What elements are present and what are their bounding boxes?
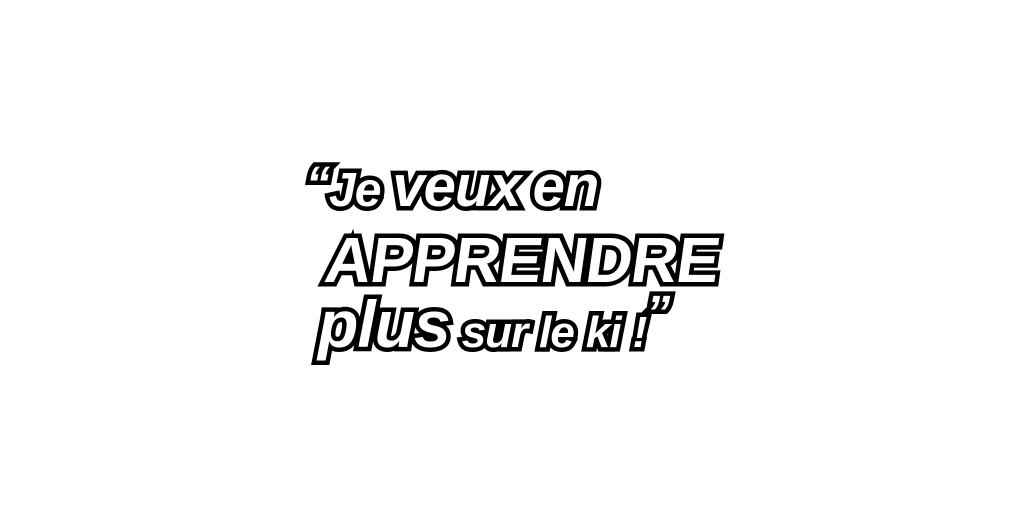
- word-plus: plus: [314, 287, 456, 362]
- word-veux: veux: [388, 153, 526, 220]
- word-je: Je: [324, 162, 385, 219]
- quote-graphic: “Je veux en APPRENDRE plus sur le ki!”: [0, 0, 1024, 512]
- word-apprendre: APPRENDRE: [316, 220, 728, 301]
- word-le: le: [535, 306, 580, 359]
- quote-line-1: “Je veux en: [302, 153, 604, 220]
- quote-line-3: plus sur le ki!”: [314, 285, 675, 362]
- word-sur: sur: [457, 306, 533, 359]
- word-en: en: [528, 153, 604, 220]
- close-quote-mark: ”: [642, 285, 675, 342]
- word-ki: ki: [581, 306, 626, 359]
- exclamation-mark: !: [628, 306, 651, 359]
- open-quote-mark: “: [302, 156, 335, 213]
- quote-line-2: APPRENDRE: [316, 220, 728, 301]
